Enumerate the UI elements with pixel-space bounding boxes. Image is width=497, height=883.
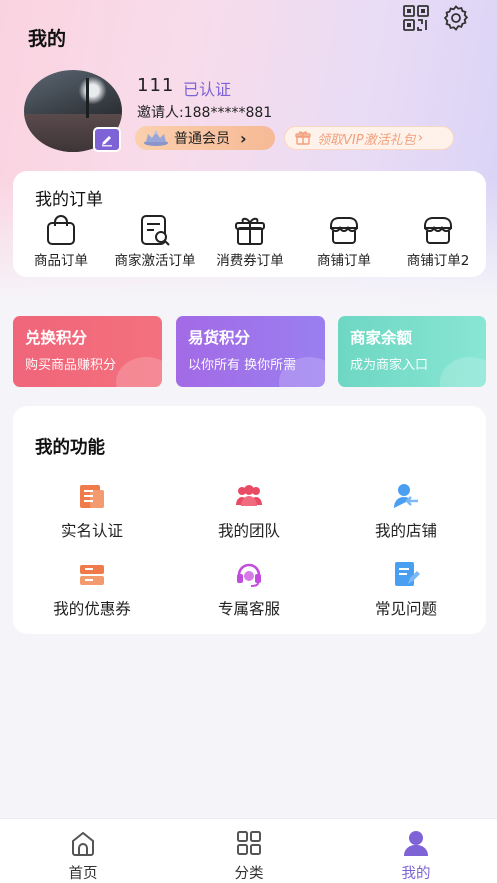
profile-icon	[404, 831, 428, 856]
member-level-label: 普通会员	[174, 131, 230, 147]
id-card-icon	[80, 485, 104, 508]
headset-icon	[237, 563, 261, 587]
document-search-icon	[141, 215, 170, 246]
gear-icon[interactable]	[442, 4, 470, 32]
function-real-name[interactable]: 实名认证	[17, 482, 167, 541]
function-label: 常见问题	[374, 600, 437, 618]
points-title: 商家余额	[350, 329, 413, 347]
qr-code-icon[interactable]	[402, 4, 430, 32]
gift-icon	[295, 131, 311, 145]
order-item-goods[interactable]: 商品订单	[13, 213, 109, 269]
username: 111	[137, 75, 175, 96]
points-subtitle: 购买商品赚积分	[25, 358, 117, 373]
order-item-label: 商铺订单	[317, 253, 371, 269]
function-faq[interactable]: 常见问题	[331, 560, 481, 619]
order-item-label: 商品订单	[34, 253, 88, 269]
chevron-right-icon: ›	[417, 130, 424, 146]
order-item-label: 商铺订单2	[406, 253, 470, 269]
function-customer-service[interactable]: 专属客服	[174, 560, 324, 619]
merchant-balance-card[interactable]: 商家余额 成为商家入口	[338, 316, 486, 387]
user-store-icon	[394, 484, 418, 508]
my-orders-card: 我的订单 商品订单 商家激活订单 消费券订单 商铺订单 商铺订单2	[13, 171, 486, 277]
faq-document-icon	[395, 562, 420, 586]
order-item-shop[interactable]: 商铺订单	[296, 213, 392, 269]
edit-avatar-button[interactable]	[93, 127, 121, 152]
function-my-coupons[interactable]: 我的优惠券	[17, 560, 167, 619]
points-subtitle: 成为商家入口	[350, 358, 429, 373]
member-level-button[interactable]: 普通会员 ›	[135, 126, 275, 150]
points-title: 易货积分	[188, 329, 251, 347]
home-icon	[72, 831, 94, 856]
tab-label: 我的	[401, 866, 431, 882]
points-title: 兑换积分	[25, 329, 88, 347]
team-icon	[236, 485, 262, 506]
bottom-tab-bar: 首页 分类 我的	[0, 818, 497, 883]
gift-icon	[235, 217, 265, 245]
order-item-merchant-activation[interactable]: 商家激活订单	[107, 213, 203, 269]
inviter-text: 邀请人:188*****881	[137, 105, 273, 121]
shopping-bag-icon	[47, 215, 75, 245]
function-label: 专属客服	[217, 600, 280, 618]
coupon-icon	[80, 565, 104, 585]
orders-title: 我的订单	[35, 190, 103, 210]
vip-gift-button[interactable]: 领取VIP激活礼包 ›	[284, 126, 454, 150]
exchange-points-card[interactable]: 兑换积分 购买商品赚积分	[13, 316, 162, 387]
function-label: 实名认证	[60, 522, 123, 540]
order-item-label: 消费券订单	[216, 253, 284, 269]
verified-badge: 已认证	[183, 80, 232, 99]
pencil-icon	[102, 135, 112, 146]
function-label: 我的团队	[217, 522, 280, 540]
grid-icon	[237, 831, 261, 855]
points-subtitle: 以你所有 换你所需	[188, 358, 297, 373]
store-icon	[424, 217, 452, 244]
chevron-right-icon: ›	[240, 128, 247, 148]
tab-profile[interactable]: 我的	[356, 829, 476, 883]
order-item-shop-2[interactable]: 商铺订单2	[390, 213, 486, 269]
function-my-team[interactable]: 我的团队	[174, 482, 324, 541]
page-title: 我的	[28, 28, 67, 50]
tab-label: 分类	[234, 866, 264, 882]
function-my-store[interactable]: 我的店铺	[331, 482, 481, 541]
order-item-voucher[interactable]: 消费券订单	[202, 213, 298, 269]
tab-category[interactable]: 分类	[189, 829, 309, 883]
vip-gift-label: 领取VIP激活礼包	[317, 132, 416, 148]
function-label: 我的店铺	[374, 522, 437, 540]
tab-home[interactable]: 首页	[23, 829, 143, 883]
function-label: 我的优惠券	[53, 600, 131, 618]
my-functions-card: 我的功能 实名认证 我的团队 我的店铺 我的优惠券 专属客服 常见问题	[13, 406, 486, 634]
barter-points-card[interactable]: 易货积分 以你所有 换你所需	[176, 316, 325, 387]
tab-label: 首页	[68, 866, 98, 882]
functions-title: 我的功能	[35, 438, 105, 458]
order-item-label: 商家激活订单	[114, 253, 196, 269]
crown-icon	[144, 130, 168, 146]
store-icon	[330, 217, 358, 244]
